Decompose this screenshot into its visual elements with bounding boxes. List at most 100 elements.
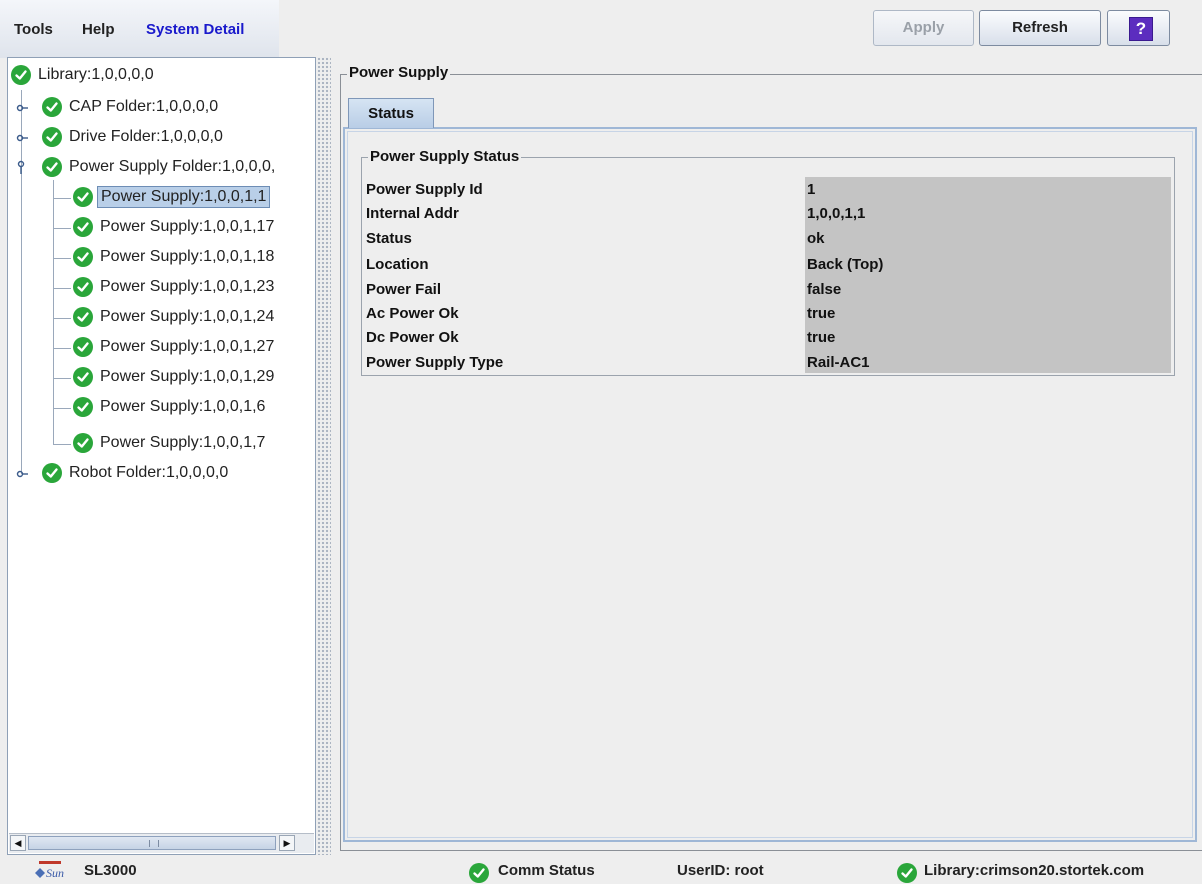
tree-connector (53, 288, 71, 289)
comm-status: Comm Status (498, 862, 595, 879)
tree-node-label: Library:1,0,0,0,0 (38, 66, 154, 83)
ok-check-icon (73, 187, 93, 207)
group-title: Power Supply Status (368, 148, 522, 165)
tree-node-library[interactable]: Library:1,0,0,0,0 (11, 62, 157, 88)
ok-check-icon (73, 397, 93, 417)
ok-check-icon (73, 217, 93, 237)
navigation-tree[interactable]: Library:1,0,0,0,0 CAP Folder:1,0,0,0,0 D… (7, 57, 316, 855)
property-value-status: ok (807, 230, 825, 247)
tree-node-power-supply[interactable]: Power Supply:1,0,0,1,23 (73, 274, 277, 300)
library-ok-check-icon (897, 863, 917, 883)
property-label-power-supply-id: Power Supply Id (366, 181, 483, 198)
tree-node-drive-folder[interactable]: Drive Folder:1,0,0,0,0 (42, 124, 226, 150)
help-button[interactable]: ? (1107, 10, 1170, 46)
tree-connector (53, 198, 71, 199)
property-label-status: Status (366, 230, 412, 247)
frame-border (340, 850, 1202, 851)
property-value-power-supply-type: Rail-AC1 (807, 354, 870, 371)
expanded-handle-icon[interactable] (16, 160, 28, 174)
property-label-dc-power-ok: Dc Power Ok (366, 329, 459, 346)
tree-connector (53, 348, 71, 349)
apply-button[interactable]: Apply (873, 10, 974, 46)
tree-node-robot-folder[interactable]: Robot Folder:1,0,0,0,0 (42, 460, 231, 486)
menu-bar: Tools Help System Detail Apply Refresh ? (0, 0, 1202, 58)
ok-check-icon (42, 97, 62, 117)
frame-border (340, 74, 1202, 75)
tree-node-label: Power Supply:1,0,0,1,6 (100, 398, 266, 415)
ok-check-icon (73, 433, 93, 453)
tree-node-label: Power Supply:1,0,0,1,17 (100, 218, 275, 235)
tree-connector (53, 180, 54, 444)
menu-tools[interactable]: Tools (14, 21, 53, 38)
tree-node-label: Power Supply:1,0,0,1,18 (100, 248, 275, 265)
property-label-ac-power-ok: Ac Power Ok (366, 305, 459, 322)
comm-ok-check-icon (469, 863, 489, 883)
tree-node-power-supply[interactable]: Power Supply:1,0,0,1,18 (73, 244, 277, 270)
tree-node-power-supply[interactable]: Power Supply:1,0,0,1,7 (73, 430, 268, 456)
tree-connector (53, 378, 71, 379)
ok-check-icon (73, 337, 93, 357)
tree-node-power-supply[interactable]: Power Supply:1,0,0,1,6 (73, 394, 268, 420)
frame-border (340, 74, 341, 850)
tree-connector (53, 258, 71, 259)
property-value-location: Back (Top) (807, 256, 884, 273)
tree-node-power-supply[interactable]: Power Supply:1,0,0,1,29 (73, 364, 277, 390)
ok-check-icon (73, 247, 93, 267)
menu-system-detail[interactable]: System Detail (146, 21, 244, 38)
tree-node-power-supply[interactable]: Power Supply:1,0,0,1,27 (73, 334, 277, 360)
ok-check-icon (42, 127, 62, 147)
split-pane-divider[interactable] (317, 57, 331, 855)
tree-connector (21, 90, 22, 474)
property-value-internal-addr: 1,0,0,1,1 (807, 205, 866, 222)
tree-node-label: Power Supply:1,0,0,1,29 (100, 368, 275, 385)
tree-node-label: Power Supply:1,0,0,1,27 (100, 338, 275, 355)
grip-icon (149, 840, 159, 847)
scroll-left-arrow-icon[interactable]: ◀ (10, 835, 26, 851)
tree-node-label: Power Supply Folder:1,0,0,0, (69, 158, 276, 175)
ok-check-icon (42, 463, 62, 483)
tree-node-label: Power Supply:1,0,0,1,23 (100, 278, 275, 295)
tree-connector (53, 318, 71, 319)
tree-node-label: Power Supply:1,0,0,1,1 (97, 186, 271, 208)
library-host: Library:crimson20.stortek.com (924, 862, 1145, 879)
tree-node-power-supply[interactable]: Power Supply:1,0,0,1,24 (73, 304, 277, 330)
tree-node-label: Power Supply:1,0,0,1,7 (100, 434, 266, 451)
tree-node-power-supply[interactable]: Power Supply:1,0,0,1,17 (73, 214, 277, 240)
menu-help[interactable]: Help (82, 21, 115, 38)
property-label-location: Location (366, 256, 429, 273)
ok-check-icon (73, 307, 93, 327)
tree-node-label: Drive Folder:1,0,0,0,0 (69, 128, 223, 145)
ok-check-icon (73, 277, 93, 297)
ok-check-icon (42, 157, 62, 177)
scroll-right-arrow-icon[interactable]: ▶ (279, 835, 295, 851)
help-question-icon: ? (1129, 17, 1153, 41)
sun-logo-icon: Sun (35, 861, 64, 880)
menu-group: Tools Help System Detail (0, 0, 279, 58)
tree-node-label: CAP Folder:1,0,0,0,0 (69, 98, 219, 115)
panel-title: Power Supply (347, 64, 451, 81)
property-value-dc-power-ok: true (807, 329, 836, 346)
collapsed-handle-icon[interactable] (16, 133, 28, 143)
horizontal-scrollbar[interactable]: ◀ ▶ (9, 833, 314, 853)
tree-node-label: Power Supply:1,0,0,1,24 (100, 308, 275, 325)
collapsed-handle-icon[interactable] (16, 103, 28, 113)
tree-node-power-supply[interactable]: Power Supply:1,0,0,1,1 (73, 184, 271, 210)
refresh-button[interactable]: Refresh (979, 10, 1101, 46)
property-value-power-supply-id: 1 (807, 181, 816, 198)
property-label-power-fail: Power Fail (366, 281, 442, 298)
scrollbar-thumb[interactable] (28, 836, 276, 850)
property-label-internal-addr: Internal Addr (366, 205, 459, 222)
tree-connector (53, 444, 71, 445)
tree-connector (53, 408, 71, 409)
svg-text:Sun: Sun (46, 866, 64, 880)
tree-node-label: Robot Folder:1,0,0,0,0 (69, 464, 229, 481)
ok-check-icon (73, 367, 93, 387)
property-label-power-supply-type: Power Supply Type (366, 354, 504, 371)
tree-node-power-supply-folder[interactable]: Power Supply Folder:1,0,0,0, (42, 154, 278, 180)
product-name: SL3000 (84, 862, 137, 879)
tree-node-cap-folder[interactable]: CAP Folder:1,0,0,0,0 (42, 94, 221, 120)
collapsed-handle-icon[interactable] (16, 469, 28, 479)
tab-status[interactable]: Status (348, 98, 434, 128)
property-value-ac-power-ok: true (807, 305, 836, 322)
tree-connector (53, 228, 71, 229)
